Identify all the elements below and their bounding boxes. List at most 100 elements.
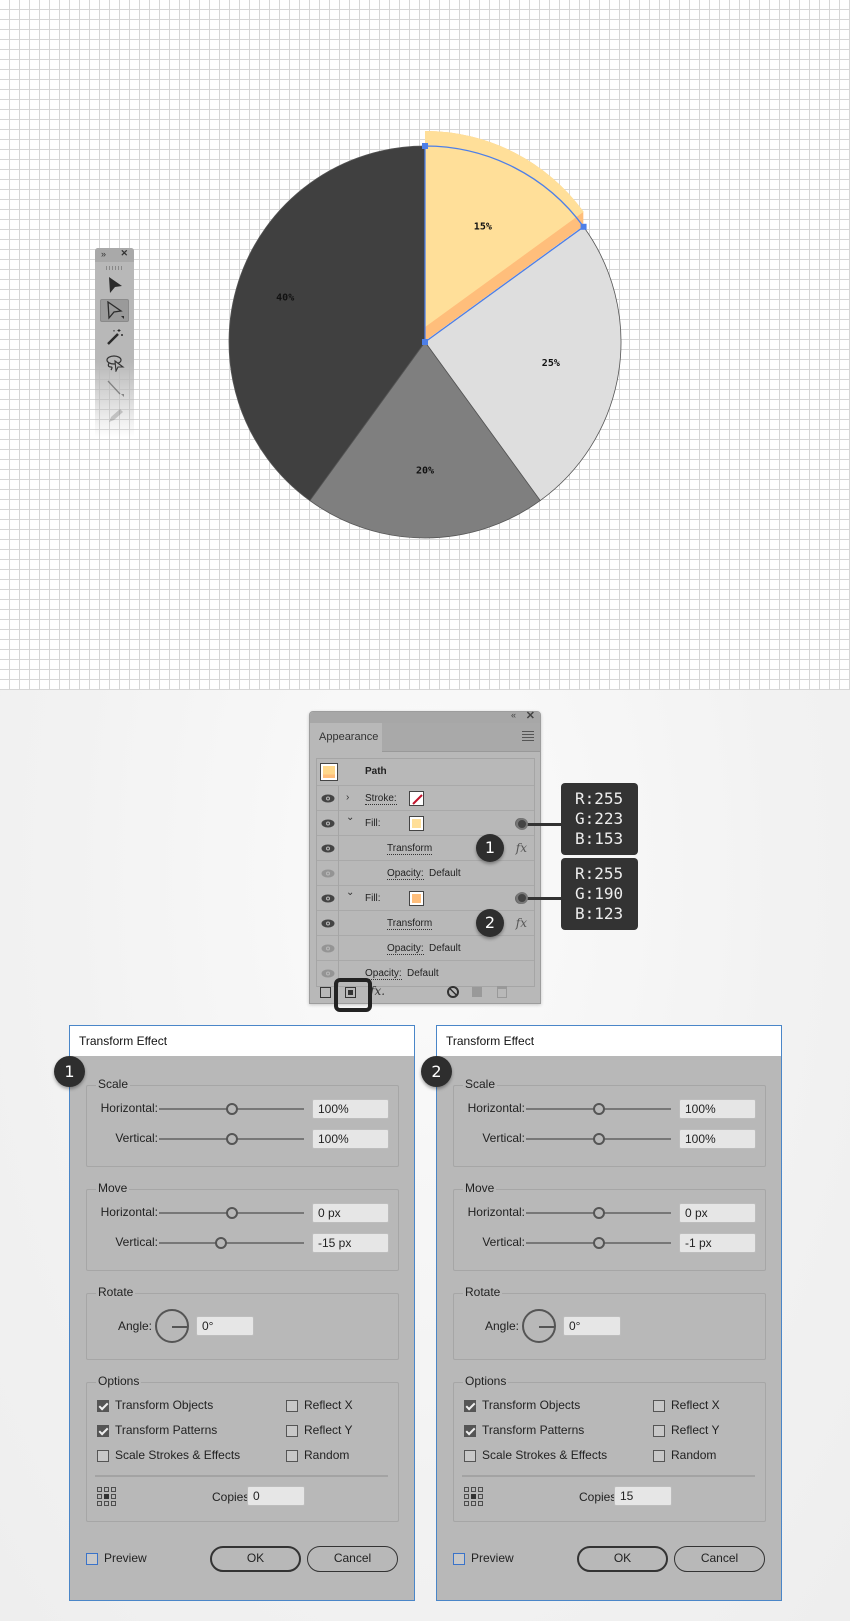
ok-button[interactable]: OK	[577, 1546, 668, 1572]
reflect-x-checkbox[interactable]	[653, 1400, 665, 1412]
move-horizontal-slider-thumb[interactable]	[225, 1207, 238, 1219]
angle-input[interactable]: 0°	[196, 1316, 254, 1336]
visibility-eye-icon[interactable]	[321, 794, 335, 803]
scale-strokes-checkbox[interactable]	[97, 1450, 109, 1462]
visibility-eye-icon[interactable]	[321, 819, 335, 828]
preview-checkbox[interactable]	[453, 1553, 465, 1565]
tab-appearance[interactable]: Appearance	[310, 723, 382, 752]
ok-button[interactable]: OK	[210, 1546, 301, 1572]
delete-item-icon[interactable]	[497, 986, 507, 998]
chevron-down-icon[interactable]: ⌄	[346, 812, 354, 823]
transform-objects-checkbox[interactable]	[464, 1400, 476, 1412]
visibility-eye-icon[interactable]	[321, 894, 335, 903]
effect-transform-link[interactable]: Transform	[387, 843, 433, 855]
stroke-swatch[interactable]	[409, 791, 424, 806]
scale-horizontal-slider-thumb[interactable]	[225, 1103, 238, 1115]
visibility-toggle[interactable]	[317, 861, 339, 886]
scale-vertical-input[interactable]: 100%	[679, 1129, 756, 1149]
angle-dial[interactable]	[522, 1309, 556, 1343]
appearance-row-opacity[interactable]: Opacity: Default	[317, 936, 534, 961]
appearance-row-fill[interactable]: ⌄ Fill:	[317, 886, 534, 911]
cancel-button[interactable]: Cancel	[674, 1546, 765, 1572]
visibility-eye-icon[interactable]	[321, 944, 335, 953]
pencil-tool[interactable]	[100, 403, 129, 426]
magic-wand-tool[interactable]	[100, 325, 129, 348]
move-vertical-input[interactable]: -15 px	[312, 1233, 389, 1253]
visibility-toggle[interactable]	[317, 911, 339, 936]
fill-swatch[interactable]	[409, 891, 424, 906]
appearance-row-effect[interactable]: Transform fx 2	[317, 909, 534, 937]
reflect-y-checkbox[interactable]	[653, 1425, 665, 1437]
visibility-eye-icon[interactable]	[321, 844, 335, 853]
random-checkbox[interactable]	[286, 1450, 298, 1462]
visibility-eye-icon[interactable]	[321, 919, 335, 928]
reflect-x-checkbox[interactable]	[286, 1400, 298, 1412]
visibility-toggle[interactable]	[317, 811, 339, 836]
scale-vertical-slider-thumb[interactable]	[592, 1133, 605, 1145]
opacity-link[interactable]: Opacity:	[387, 943, 424, 955]
add-effect-icon[interactable]: fx.	[370, 984, 385, 998]
effect-transform-link[interactable]: Transform	[387, 918, 433, 930]
duplicate-item-icon[interactable]	[472, 987, 482, 997]
angle-dial[interactable]	[155, 1309, 189, 1343]
scale-vertical-slider-thumb[interactable]	[225, 1133, 238, 1145]
scale-vertical-input[interactable]: 100%	[312, 1129, 389, 1149]
transform-objects-checkbox[interactable]	[97, 1400, 109, 1412]
add-stroke-icon[interactable]	[320, 987, 331, 998]
scale-horizontal-input[interactable]: 100%	[312, 1099, 389, 1119]
panel-header[interactable]: « ✕	[310, 709, 540, 723]
opacity-link[interactable]: Opacity:	[365, 968, 402, 980]
collapse-icon[interactable]: «	[511, 710, 516, 720]
move-vertical-slider-thumb[interactable]	[215, 1237, 228, 1249]
cancel-button[interactable]: Cancel	[307, 1546, 398, 1572]
fill-swatch[interactable]	[409, 816, 424, 831]
visibility-toggle[interactable]	[317, 886, 339, 911]
transform-patterns-checkbox[interactable]	[464, 1425, 476, 1437]
reflect-y-checkbox[interactable]	[286, 1425, 298, 1437]
selection-tool[interactable]	[100, 273, 129, 296]
direct-selection-tool[interactable]	[100, 299, 129, 322]
reference-point-icon[interactable]	[97, 1487, 116, 1506]
panel-menu-icon[interactable]	[522, 731, 534, 741]
scale-horizontal-slider-thumb[interactable]	[592, 1103, 605, 1115]
collapse-icon[interactable]: »	[101, 249, 106, 259]
opacity-link[interactable]: Opacity:	[387, 868, 424, 880]
appearance-object-row[interactable]: Path	[317, 759, 534, 786]
move-horizontal-input[interactable]: 0 px	[679, 1203, 756, 1223]
move-vertical-input[interactable]: -1 px	[679, 1233, 756, 1253]
move-vertical-slider-thumb[interactable]	[592, 1237, 605, 1249]
move-vertical-slider-track[interactable]	[159, 1242, 304, 1244]
scale-strokes-checkbox[interactable]	[464, 1450, 476, 1462]
appearance-row-opacity[interactable]: Opacity: Default	[317, 861, 534, 886]
visibility-toggle[interactable]	[317, 836, 339, 861]
drag-handle[interactable]	[105, 266, 124, 270]
move-horizontal-input[interactable]: 0 px	[312, 1203, 389, 1223]
visibility-toggle[interactable]	[317, 786, 339, 811]
appearance-row-effect[interactable]: Transform fx 1	[317, 834, 534, 862]
preview-checkbox[interactable]	[86, 1553, 98, 1565]
visibility-eye-icon[interactable]	[321, 969, 335, 978]
chevron-down-icon[interactable]: ⌄	[346, 887, 354, 898]
angle-input[interactable]: 0°	[563, 1316, 621, 1336]
copies-input[interactable]: 15	[614, 1486, 672, 1506]
visibility-eye-icon[interactable]	[321, 869, 335, 878]
effect-fx-icon[interactable]: fx	[516, 916, 527, 930]
reference-point-icon[interactable]	[464, 1487, 483, 1506]
copies-input[interactable]: 0	[247, 1486, 305, 1506]
move-horizontal-slider-thumb[interactable]	[592, 1207, 605, 1219]
appearance-row-fill[interactable]: ⌄ Fill:	[317, 811, 534, 836]
clear-appearance-icon[interactable]	[447, 986, 459, 998]
effect-fx-icon[interactable]: fx	[516, 841, 527, 855]
random-checkbox[interactable]	[653, 1450, 665, 1462]
appearance-row-stroke[interactable]: › Stroke:	[317, 786, 534, 811]
chevron-right-icon[interactable]: ›	[346, 792, 349, 803]
lasso-tool[interactable]	[100, 351, 129, 374]
close-icon[interactable]: ✕	[526, 709, 535, 722]
transform-patterns-checkbox[interactable]	[97, 1425, 109, 1437]
scale-horizontal-input[interactable]: 100%	[679, 1099, 756, 1119]
visibility-toggle[interactable]	[317, 936, 339, 961]
close-icon[interactable]: ✕	[120, 248, 128, 259]
stroke-label[interactable]: Stroke:	[365, 793, 397, 805]
line-tool[interactable]	[100, 377, 129, 400]
tools-panel-header[interactable]: » ✕	[95, 248, 134, 262]
